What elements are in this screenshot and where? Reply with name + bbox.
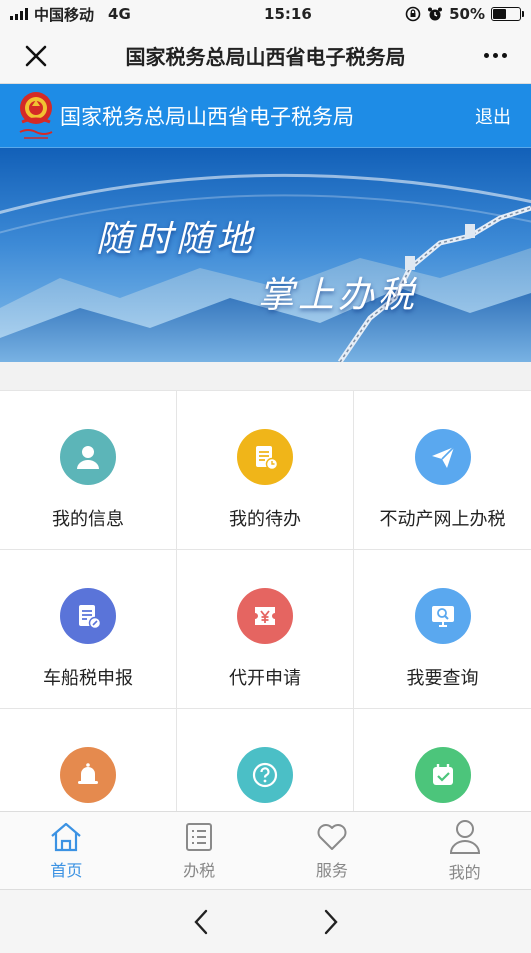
- alarm-icon: [428, 7, 443, 21]
- todo-doc-icon: [237, 429, 293, 485]
- chevron-right-icon: [324, 909, 338, 934]
- tab-label: 服务: [315, 860, 348, 880]
- more-button[interactable]: [459, 28, 531, 84]
- forward-button[interactable]: [316, 902, 346, 942]
- person-icon: [449, 819, 480, 854]
- network-label: 4G: [108, 5, 131, 23]
- browser-nav-bar: [0, 889, 531, 953]
- paper-plane-icon: [414, 429, 471, 485]
- battery-icon: [490, 7, 524, 21]
- grid-item-notice[interactable]: [0, 709, 177, 811]
- banner-slogan-1: 随时随地: [96, 219, 257, 260]
- grid-item-label: 不动产网上办税: [379, 509, 506, 530]
- status-left: 中国移动 4G: [10, 4, 131, 25]
- grid-item-my-info[interactable]: 我的信息: [0, 391, 177, 550]
- battery-percent: 50%: [449, 5, 485, 23]
- yuan-ticket-icon: [237, 588, 293, 644]
- grid-item-query[interactable]: 我要查询: [354, 550, 531, 709]
- list-icon: [186, 822, 213, 851]
- clock: 15:16: [264, 5, 312, 23]
- tab-label: 我的: [448, 862, 481, 882]
- back-button[interactable]: [186, 902, 216, 942]
- question-icon: [237, 747, 293, 803]
- grid-item-label: 我的待办: [229, 509, 301, 530]
- tax-emblem-icon: [14, 88, 58, 144]
- signal-icon: [10, 8, 28, 20]
- heart-icon: [317, 823, 347, 850]
- bell-icon: [60, 747, 116, 803]
- grid-item-label: 车船税申报: [43, 668, 133, 689]
- site-title: 国家税务总局山西省电子税务局: [60, 104, 354, 129]
- tab-bar: 首页 办税 服务 我的: [0, 811, 531, 889]
- tab-label: 首页: [50, 860, 83, 880]
- status-right: 50%: [405, 5, 524, 23]
- carrier-label: 中国移动: [34, 5, 95, 24]
- grid-item-label: 代开申请: [229, 668, 301, 689]
- banner-slogan-2: 掌上办税: [258, 275, 419, 316]
- grid-item-vehicle-tax[interactable]: 车船税申报: [0, 550, 177, 709]
- tab-service[interactable]: 服务: [266, 812, 399, 889]
- grid-item-real-estate-tax[interactable]: 不动产网上办税: [354, 391, 531, 550]
- great-wall-image: [0, 148, 531, 362]
- grid-item-invoice-apply[interactable]: 代开申请: [177, 550, 354, 709]
- search-monitor-icon: [414, 588, 471, 644]
- close-icon: [25, 45, 47, 66]
- status-bar: 中国移动 4G 15:16 50%: [0, 0, 531, 28]
- tab-tax[interactable]: 办税: [133, 812, 266, 889]
- nav-title: 国家税务总局山西省电子税务局: [125, 45, 406, 69]
- grid-item-help[interactable]: [177, 709, 354, 811]
- calendar-check-icon: [414, 747, 471, 803]
- user-icon: [60, 429, 116, 485]
- grid-item-my-todo[interactable]: 我的待办: [177, 391, 354, 550]
- home-icon: [51, 822, 82, 851]
- edit-doc-icon: [60, 588, 116, 644]
- tab-home[interactable]: 首页: [0, 812, 133, 889]
- grid-item-label: 我要查询: [406, 668, 479, 689]
- chevron-left-icon: [193, 909, 207, 934]
- grid-item-calendar[interactable]: [354, 709, 531, 811]
- rotation-lock-icon: [405, 6, 421, 22]
- tab-mine[interactable]: 我的: [398, 812, 531, 889]
- nav-bar: 国家税务总局山西省电子税务局: [0, 28, 531, 84]
- site-header: 国家税务总局山西省电子税务局 退出: [0, 84, 531, 148]
- banner: 随时随地 掌上办税: [0, 148, 531, 362]
- tab-label: 办税: [183, 860, 216, 880]
- close-button[interactable]: [0, 28, 72, 84]
- logout-button[interactable]: 退出: [475, 103, 511, 129]
- more-icon: [483, 53, 489, 58]
- grid-item-label: 我的信息: [52, 509, 124, 530]
- service-grid: 我的信息 我的待办 不动产网上办税 车船税申报 代开申请 我要查询: [0, 390, 531, 811]
